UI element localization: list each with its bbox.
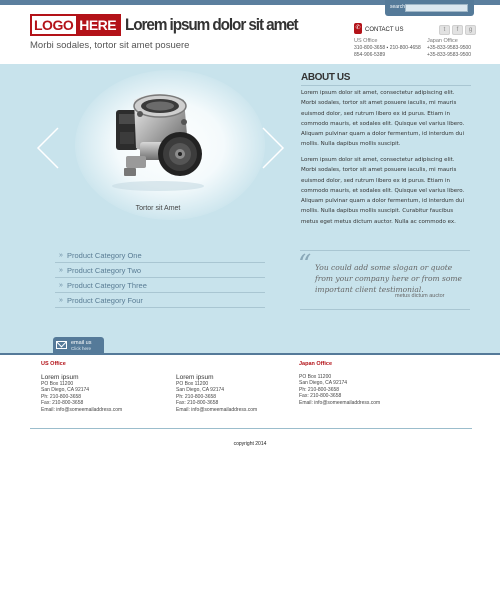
quote-text: You could add some slogan or quote from … <box>315 263 462 294</box>
about-title: ABOUT US <box>301 72 351 83</box>
category-item[interactable]: » Product Category Three <box>55 278 265 293</box>
chevron-right-icon: » <box>59 251 63 259</box>
about-paragraph-2: Lorem ipsum dolor sit amet, consectetur … <box>301 157 465 225</box>
facebook-icon[interactable]: f <box>452 25 463 35</box>
footer-name: Lorem ipsum <box>41 373 79 381</box>
email-click-here-label[interactable]: Click here <box>71 346 91 351</box>
us-office-contact: US Office 310-800-3658 ▪ 210-800-4658 85… <box>354 38 421 58</box>
chevron-right-icon: » <box>59 281 63 289</box>
contact-us-label[interactable]: CONTACT US <box>365 27 403 33</box>
japan-office-name: Japan Office <box>427 38 458 44</box>
category-label: Product Category Three <box>67 280 147 290</box>
footer-heading: Japan Office <box>299 361 333 367</box>
about-divider <box>301 85 471 86</box>
envelope-icon <box>56 341 67 349</box>
slider-next-arrow-icon[interactable] <box>261 126 285 170</box>
logo[interactable]: LOGO HERE Lorem ipsum dolor sit amet <box>30 13 317 37</box>
quote-author: metus dictum auctor <box>395 293 445 299</box>
category-item[interactable]: » Product Category One <box>55 248 265 263</box>
chevron-right-icon: » <box>59 266 63 274</box>
japan-office-phone1: +35-833-9583-9500 <box>427 44 472 51</box>
tagline: Morbi sodales, tortor sit amet posuere <box>30 40 190 51</box>
logo-mark: LOGO HERE <box>30 14 122 36</box>
footer-email: Email: info@someemailaddress.com <box>41 406 123 413</box>
category-label: Product Category Four <box>67 295 143 305</box>
about-paragraph-1: Lorem ipsum dolor sit amet, consectetur … <box>301 90 465 148</box>
logo-text-part2: HERE <box>76 16 120 34</box>
category-label: Product Category One <box>67 250 142 260</box>
footer-name: Lorem ipsum <box>176 373 214 381</box>
slider-caption: Tortor sit Amet <box>135 205 181 212</box>
us-office-phone1: 310-800-3658 ▪ 210-800-4658 <box>354 44 421 51</box>
japan-office-contact: Japan Office +35-833-9583-9500 +35-833-9… <box>427 38 471 58</box>
footer-column-us-office: US Office Lorem ipsum PO Box 11200 San D… <box>41 361 122 413</box>
category-list: » Product Category One » Product Category … <box>55 248 265 308</box>
slider-prev-arrow-icon[interactable] <box>36 126 60 170</box>
us-office-name: US Office <box>354 38 378 44</box>
search-input[interactable] <box>405 4 468 12</box>
us-office-phone2: 854-906-5389 <box>354 51 386 58</box>
footer-divider <box>30 428 472 429</box>
quote-mark-icon: “ <box>298 250 312 280</box>
japan-office-phone2: +35-833-9583-9500 <box>427 51 472 58</box>
category-label: Product Category Two <box>67 265 142 275</box>
quote-divider-top <box>300 250 470 251</box>
footer-column-second: . Lorem ipsum PO Box 11200 San Diego, CA… <box>176 361 257 413</box>
footer-email: Email: info@someemailaddress.com <box>176 406 258 413</box>
search-label: search <box>390 4 406 10</box>
footer-top-line <box>0 353 500 355</box>
site-title: Lorem ipsum dolor sit amet <box>125 15 299 34</box>
quote-divider-bottom <box>300 309 470 310</box>
footer-email: Email: info@someemailaddress.com <box>299 399 381 406</box>
phone-icon: ✆ <box>354 23 362 34</box>
twitter-icon[interactable]: t <box>439 25 450 35</box>
chevron-right-icon: » <box>59 296 63 304</box>
product-image <box>112 94 204 191</box>
footer-heading: US Office <box>41 361 66 367</box>
copyright: copyright 2014 <box>233 441 267 447</box>
category-item[interactable]: » Product Category Two <box>55 263 265 278</box>
category-item[interactable]: » Product Category Four <box>55 293 265 308</box>
footer-column-japan-office: Japan Office PO Box 11200 San Diego, CA … <box>299 361 380 406</box>
googleplus-icon[interactable]: g <box>465 25 476 35</box>
logo-text-part1: LOGO <box>34 17 74 33</box>
